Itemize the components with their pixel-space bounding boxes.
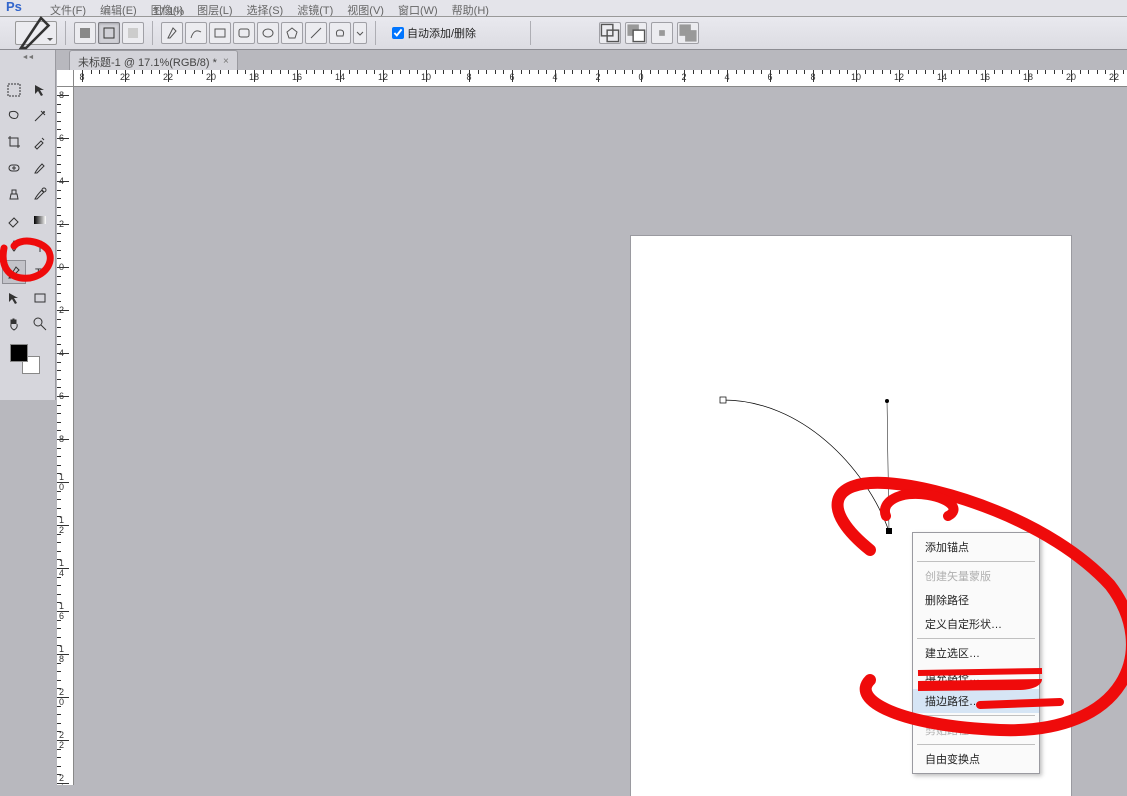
svg-text:T: T <box>35 267 42 279</box>
auto-add-delete-input[interactable] <box>392 27 404 39</box>
brush-tool[interactable] <box>28 156 52 180</box>
menu-item[interactable]: 编辑(E) <box>100 2 137 17</box>
path-op-exclude[interactable] <box>677 22 699 44</box>
hand-tool[interactable] <box>2 312 26 336</box>
tool-options-bar: 自动添加/删除 <box>0 17 1127 50</box>
polygon-shape-btn[interactable] <box>281 22 303 44</box>
lasso-tool[interactable] <box>2 104 26 128</box>
menu-item[interactable]: 窗口(W) <box>398 2 438 17</box>
marquee-tool[interactable] <box>2 78 26 102</box>
separator <box>917 744 1035 745</box>
path-op-subtract[interactable] <box>625 22 647 44</box>
ctx-fill-path[interactable]: 填充路径… <box>913 665 1039 689</box>
path-op-intersect[interactable] <box>651 22 673 44</box>
path-selection-tool[interactable] <box>2 286 26 310</box>
auto-add-delete-checkbox[interactable]: 自动添加/删除 <box>392 25 476 41</box>
close-tab-icon[interactable]: × <box>223 56 229 67</box>
anchor-point-selected[interactable] <box>886 528 892 534</box>
menu-item[interactable]: 视图(V) <box>347 2 384 17</box>
menu-item[interactable]: 图层(L) <box>197 2 232 17</box>
shape-layers-mode[interactable] <box>74 22 96 44</box>
tool-panel: T <box>0 50 56 400</box>
zoom-label: 17.1% <box>153 6 184 17</box>
healing-brush-tool[interactable] <box>2 156 26 180</box>
eyedropper-tool[interactable] <box>28 130 52 154</box>
custom-shape-btn[interactable] <box>329 22 351 44</box>
freeform-pen-icon-btn[interactable] <box>185 22 207 44</box>
eraser-tool[interactable] <box>2 208 26 232</box>
rounded-rectangle-shape-btn[interactable] <box>233 22 255 44</box>
ctx-make-selection[interactable]: 建立选区… <box>913 641 1039 665</box>
zoom-tool[interactable] <box>28 312 52 336</box>
document-tab-label: 未标题-1 @ 17.1%(RGB/8) * <box>78 54 217 70</box>
divider <box>65 21 66 45</box>
clone-stamp-tool[interactable] <box>2 182 26 206</box>
menu-item[interactable]: 滤镜(T) <box>297 2 333 17</box>
tool-preset-picker[interactable] <box>15 21 57 45</box>
history-brush-tool[interactable] <box>28 182 52 206</box>
dodge-tool[interactable] <box>28 234 52 258</box>
divider <box>375 21 376 45</box>
magic-wand-tool[interactable] <box>28 104 52 128</box>
menu-bar: Ps 文件(F) 编辑(E) 图像(I) 图层(L) 选择(S) 滤镜(T) 视… <box>0 0 1127 17</box>
ctx-free-transform-points[interactable]: 自由变换点 <box>913 747 1039 771</box>
ruler-origin[interactable] <box>57 70 74 87</box>
type-tool[interactable]: T <box>28 260 52 284</box>
document-tab[interactable]: 未标题-1 @ 17.1%(RGB/8) * × <box>69 50 238 70</box>
control-handle[interactable] <box>885 399 889 403</box>
path-context-menu: 添加锚点 创建矢量蒙版 删除路径 定义自定形状… 建立选区… 填充路径… 描边路… <box>912 532 1040 774</box>
rectangle-shape-btn[interactable] <box>209 22 231 44</box>
foreground-color-swatch[interactable] <box>10 344 28 362</box>
canvas-viewport[interactable]: 添加锚点 创建矢量蒙版 删除路径 定义自定形状… 建立选区… 填充路径… 描边路… <box>74 87 1127 785</box>
ctx-define-custom-shape[interactable]: 定义自定形状… <box>913 612 1039 636</box>
work-area: 8222220181614121086420246810121416182022… <box>57 70 1127 785</box>
line-shape-btn[interactable] <box>305 22 327 44</box>
pen-tool-icon-btn[interactable] <box>161 22 183 44</box>
crop-tool[interactable] <box>2 130 26 154</box>
separator <box>917 638 1035 639</box>
ellipse-shape-btn[interactable] <box>257 22 279 44</box>
ctx-stroke-path[interactable]: 描边路径… <box>913 689 1039 713</box>
menu-item[interactable]: 帮助(H) <box>452 2 489 17</box>
divider <box>530 21 531 45</box>
menu-item[interactable]: 选择(S) <box>247 2 284 17</box>
pen-tool[interactable] <box>2 260 26 284</box>
color-swatches[interactable] <box>2 342 54 382</box>
panel-grip[interactable] <box>0 50 55 64</box>
pen-tool-icon <box>16 13 56 53</box>
vertical-ruler[interactable]: 864202468101214161820222426 <box>57 87 74 785</box>
path-op-add[interactable] <box>599 22 621 44</box>
horizontal-ruler[interactable]: 8222220181614121086420246810121416182022 <box>74 70 1127 87</box>
blur-tool[interactable] <box>2 234 26 258</box>
ctx-delete-path[interactable]: 删除路径 <box>913 588 1039 612</box>
shape-options-dropdown[interactable] <box>353 22 367 44</box>
anchor-point[interactable] <box>720 397 726 403</box>
move-tool[interactable] <box>28 78 52 102</box>
ctx-clipping-path: 剪贴路径… <box>913 718 1039 742</box>
separator <box>917 561 1035 562</box>
ctx-add-anchor[interactable]: 添加锚点 <box>913 535 1039 559</box>
divider <box>152 21 153 45</box>
gradient-tool[interactable] <box>28 208 52 232</box>
auto-add-delete-label: 自动添加/删除 <box>407 25 476 41</box>
separator <box>917 715 1035 716</box>
document-tab-bar: 未标题-1 @ 17.1%(RGB/8) * × <box>69 50 238 70</box>
ctx-create-vector-mask: 创建矢量蒙版 <box>913 564 1039 588</box>
rectangle-tool[interactable] <box>28 286 52 310</box>
fill-pixels-mode[interactable] <box>122 22 144 44</box>
paths-mode[interactable] <box>98 22 120 44</box>
